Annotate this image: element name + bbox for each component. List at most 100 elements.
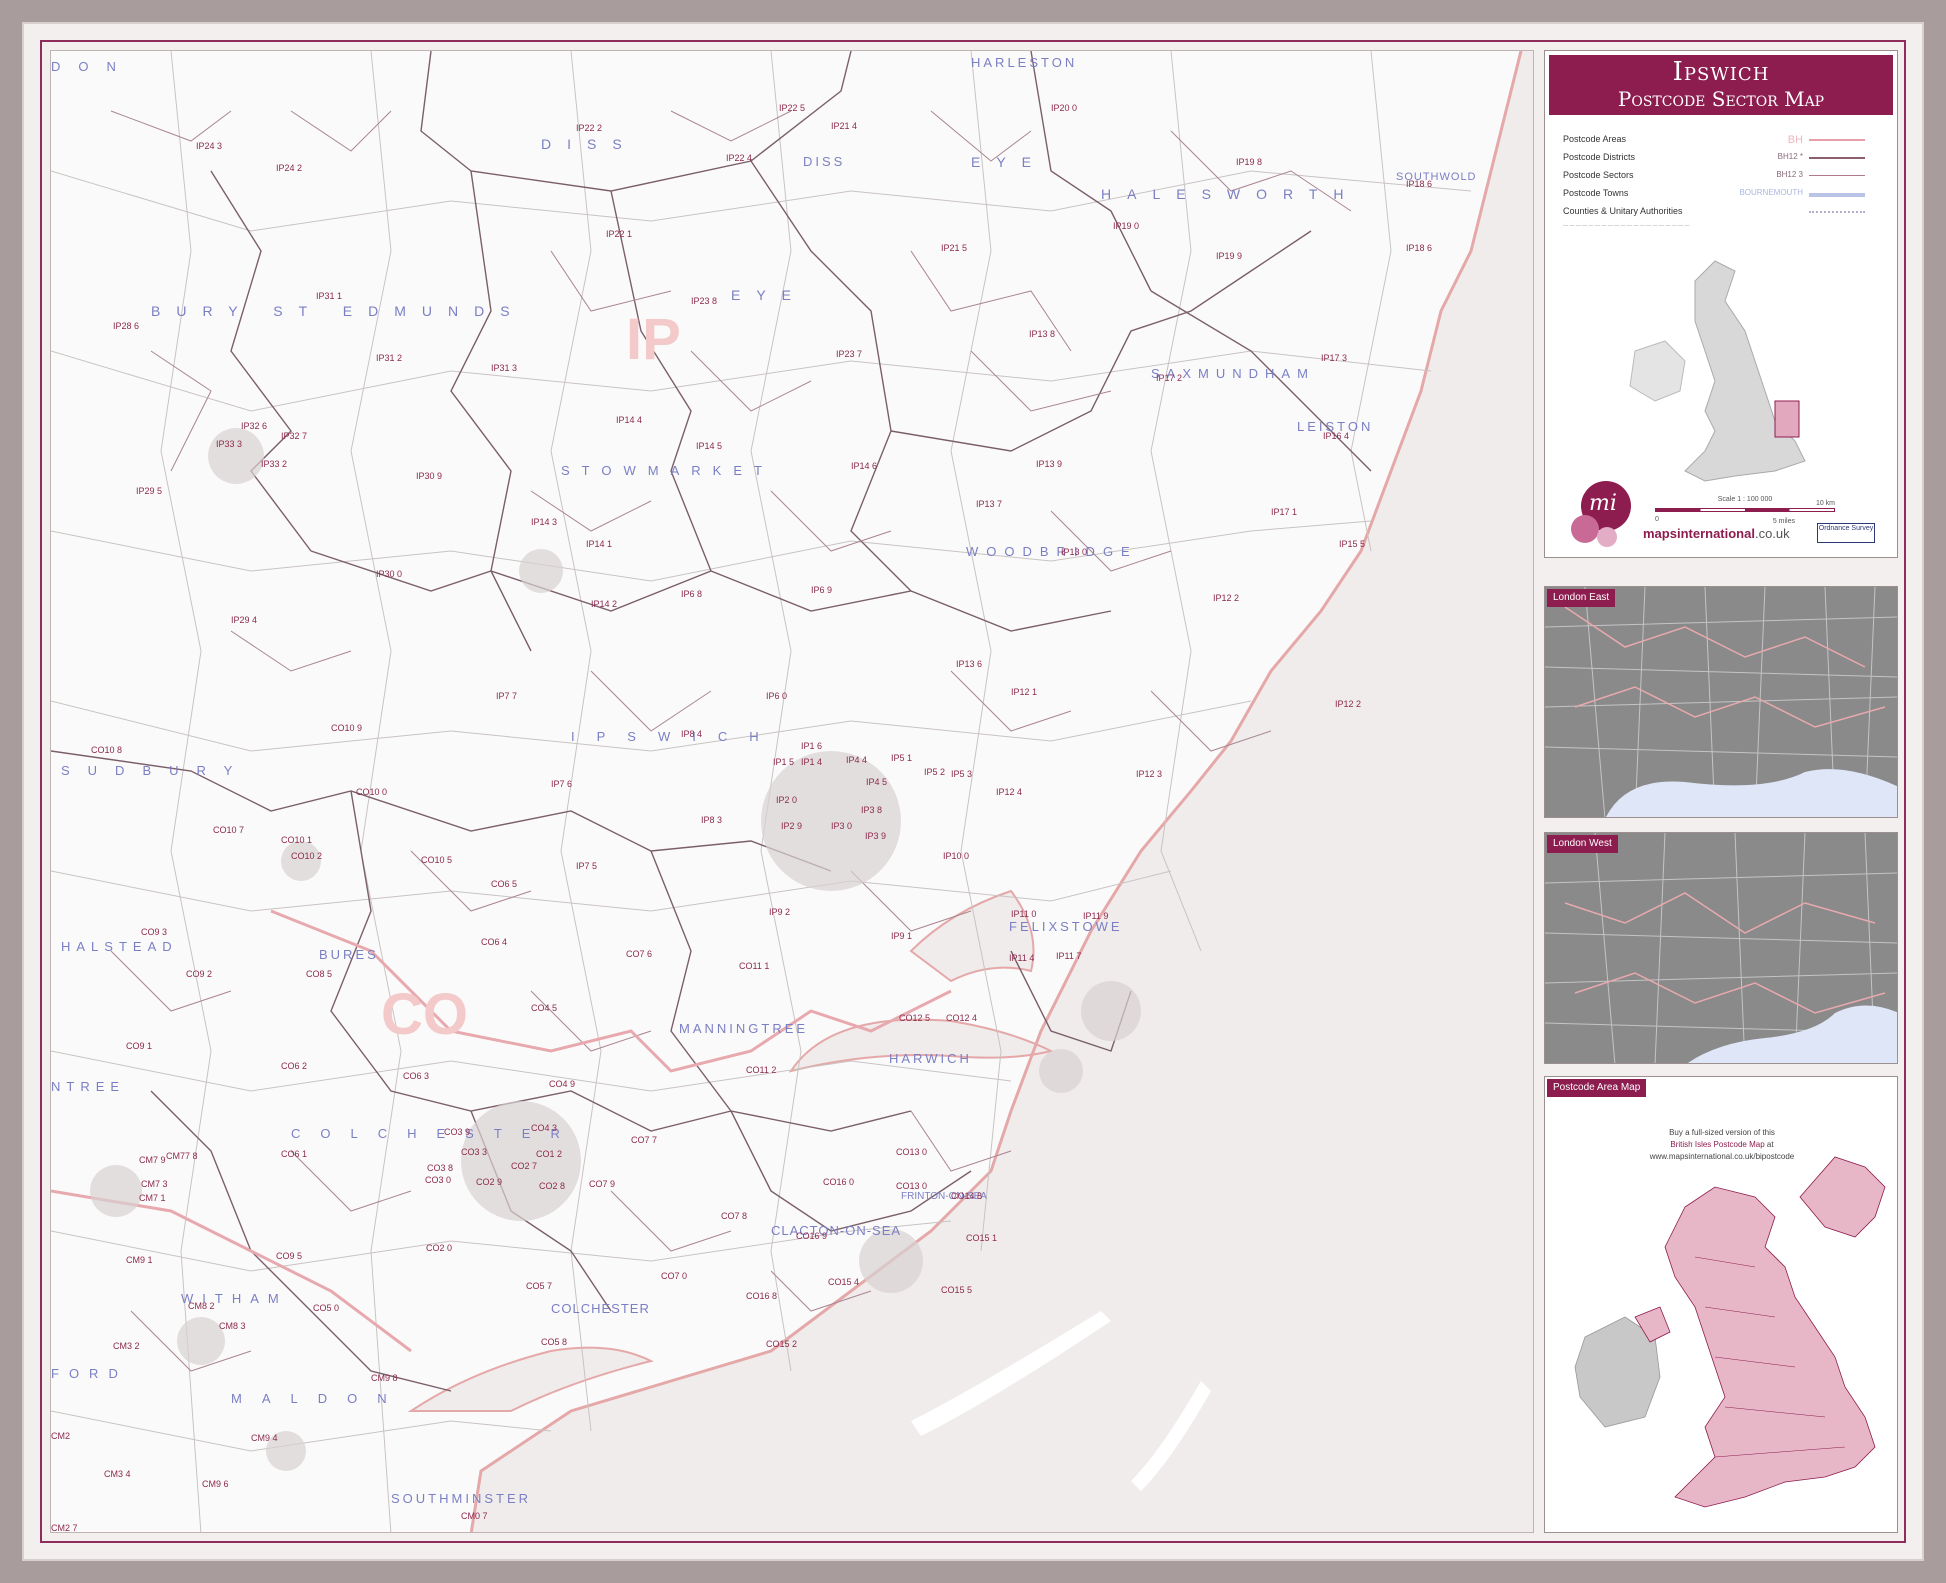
sector-label: CO5 7 bbox=[526, 1281, 553, 1291]
sector-label: CO6 5 bbox=[491, 879, 518, 889]
town-stowmarket: STOWMARKET bbox=[561, 463, 774, 478]
sector-label: CO2 8 bbox=[539, 1181, 566, 1191]
sector-label: IP14 6 bbox=[851, 461, 878, 471]
legend-line bbox=[1809, 193, 1865, 197]
sector-label: IP17 3 bbox=[1321, 353, 1348, 363]
area-label-ip: IP bbox=[626, 307, 681, 372]
sector-label: CO5 0 bbox=[313, 1303, 340, 1313]
sector-label: CO9 3 bbox=[141, 927, 168, 937]
sector-label: IP6 9 bbox=[811, 585, 833, 595]
sector-label: IP1 6 bbox=[801, 741, 823, 751]
sector-label: IP12 2 bbox=[1335, 699, 1362, 709]
gb-areas bbox=[1664, 1186, 1876, 1508]
sector-label: IP12 1 bbox=[1011, 687, 1038, 697]
sector-label: CO13 0 bbox=[896, 1147, 928, 1157]
sector-label: CO4 5 bbox=[531, 1003, 558, 1013]
ireland bbox=[1629, 340, 1686, 402]
sector-label: CM7 9 bbox=[139, 1155, 166, 1165]
poster-frame: IP CO HARLESTON DISS DISS EYE HALESWORTH… bbox=[22, 22, 1924, 1561]
sector-label: CO16 8 bbox=[746, 1291, 778, 1301]
legend-row: Postcode Sectors BH12 3 bbox=[1563, 167, 1883, 185]
inset-london-east[interactable]: London East bbox=[1544, 586, 1898, 818]
brand-name-main: mapsinternational bbox=[1643, 526, 1755, 541]
sector-label: CO6 1 bbox=[281, 1149, 308, 1159]
sector-label: IP22 4 bbox=[726, 153, 753, 163]
london-east-map bbox=[1545, 587, 1897, 817]
uk-postcode-area-map bbox=[1574, 1156, 1886, 1508]
sector-label: IP13 9 bbox=[1036, 459, 1063, 469]
sector-label: IP12 4 bbox=[996, 787, 1023, 797]
sector-label: IP33 2 bbox=[261, 459, 288, 469]
sector-label: CO7 8 bbox=[721, 1211, 748, 1221]
sector-label: CM9 4 bbox=[251, 1433, 278, 1443]
sector-label: CM2 7 bbox=[51, 1523, 78, 1533]
sector-label: IP1 4 bbox=[801, 757, 823, 767]
title-band: Ipswich Postcode Sector Map bbox=[1549, 55, 1893, 115]
main-map[interactable]: IP CO HARLESTON DISS DISS EYE HALESWORTH… bbox=[50, 50, 1534, 1533]
sector-label: CO16 0 bbox=[823, 1177, 855, 1187]
sector-label: CO3 9 bbox=[444, 1127, 471, 1137]
town-bures: BURES bbox=[319, 947, 379, 962]
sector-label: CO3 8 bbox=[427, 1163, 454, 1173]
sector-label: CO11 2 bbox=[746, 1065, 777, 1075]
sector-label: IP7 5 bbox=[576, 861, 598, 871]
sector-label: IP13 0 bbox=[1061, 547, 1088, 557]
sector-label: IP31 1 bbox=[316, 291, 343, 301]
sector-label: CM9 6 bbox=[202, 1479, 229, 1489]
legend-line bbox=[1809, 139, 1865, 141]
sector-label: IP3 8 bbox=[861, 805, 883, 815]
brand-name[interactable]: mapsinternational.co.uk bbox=[1643, 526, 1790, 541]
brand-dot-2 bbox=[1597, 527, 1617, 547]
town-manningtree: MANNINGTREE bbox=[679, 1021, 809, 1036]
town-southminster: SOUTHMINSTER bbox=[391, 1491, 531, 1506]
sector-label: CO15 1 bbox=[966, 1233, 998, 1243]
sector-label: CO15 5 bbox=[941, 1285, 973, 1295]
sector-label: CO9 5 bbox=[276, 1251, 303, 1261]
sector-label: CO5 8 bbox=[541, 1337, 568, 1347]
sector-label: CO3 0 bbox=[425, 1175, 452, 1185]
legend-sample: BOURNEMOUTH bbox=[1739, 188, 1803, 197]
sector-label: CO16 9 bbox=[796, 1231, 828, 1241]
sector-label: CO10 7 bbox=[213, 825, 245, 835]
sector-label: IP32 6 bbox=[241, 421, 268, 431]
sector-label: CO7 6 bbox=[626, 949, 653, 959]
town-braintree: NTREE bbox=[51, 1079, 126, 1094]
sector-label: CO1 2 bbox=[536, 1149, 563, 1159]
town-ipswich: IPSWICH bbox=[571, 729, 781, 744]
sector-label: IP32 7 bbox=[281, 431, 308, 441]
sector-label: IP5 2 bbox=[924, 767, 946, 777]
side-panel: Ipswich Postcode Sector Map Postcode Are… bbox=[1544, 50, 1898, 1533]
sector-label: IP10 0 bbox=[943, 851, 970, 861]
sector-label: IP19 8 bbox=[1236, 157, 1263, 167]
sector-label: IP24 2 bbox=[276, 163, 303, 173]
legend-label: Postcode Sectors bbox=[1563, 170, 1634, 180]
sector-label: CO15 4 bbox=[828, 1277, 860, 1287]
fine-print: — — — — — — — — — — — — — — — — — — — — bbox=[1563, 223, 1690, 229]
title-box: Ipswich Postcode Sector Map Postcode Are… bbox=[1544, 50, 1898, 558]
os-badge: Ordnance Survey bbox=[1817, 523, 1875, 543]
sector-label: IP31 2 bbox=[376, 353, 403, 363]
inset-label-london-east: London East bbox=[1547, 589, 1616, 607]
sector-label: CM8 2 bbox=[188, 1301, 215, 1311]
town-diss: DISS bbox=[541, 136, 638, 152]
sector-label: CO3 3 bbox=[461, 1147, 488, 1157]
inset-london-west[interactable]: London West bbox=[1544, 832, 1898, 1064]
sector-label: IP28 6 bbox=[113, 321, 140, 331]
sector-label: IP30 9 bbox=[416, 471, 443, 481]
sector-label: IP17 1 bbox=[1271, 507, 1298, 517]
sector-label: CM3 2 bbox=[113, 1341, 140, 1351]
sector-label: CO2 7 bbox=[511, 1161, 538, 1171]
postcode-area-map-panel[interactable]: Postcode Area Map Buy a full-sized versi… bbox=[1544, 1076, 1898, 1533]
town-london-frag: DON bbox=[51, 59, 134, 74]
legend-label: Postcode Districts bbox=[1563, 152, 1636, 162]
sector-label: IP23 8 bbox=[691, 296, 718, 306]
sector-label: CO14 8 bbox=[951, 1191, 983, 1201]
sector-label: IP21 5 bbox=[941, 243, 968, 253]
sector-label: IP17 2 bbox=[1156, 373, 1183, 383]
town-colchester-2: COLCHESTER bbox=[551, 1301, 650, 1316]
legend-row: Counties & Unitary Authorities bbox=[1563, 203, 1883, 221]
sector-label: CO6 4 bbox=[481, 937, 508, 947]
sector-label: CO2 0 bbox=[426, 1243, 453, 1253]
sector-label: IP19 0 bbox=[1113, 221, 1140, 231]
sector-label: CO8 5 bbox=[306, 969, 333, 979]
